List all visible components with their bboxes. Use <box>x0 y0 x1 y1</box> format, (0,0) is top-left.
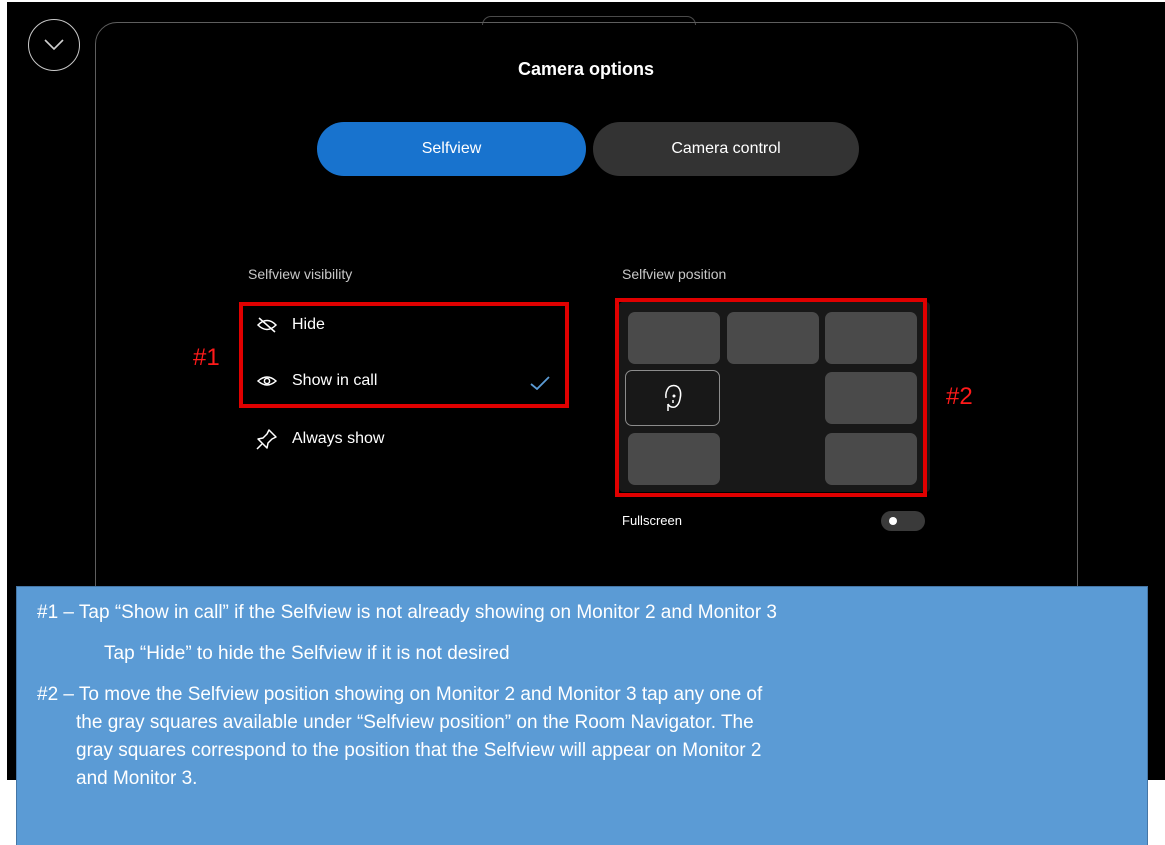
chevron-down-icon <box>44 39 64 51</box>
dialog-title: Camera options <box>517 59 655 79</box>
selfview-visibility-label: Selfview visibility <box>248 266 353 282</box>
highlight-box-2 <box>615 298 927 497</box>
option-always-show[interactable]: Always show <box>256 428 384 450</box>
instruction-note: #1 – Tap “Show in call” if the Selfview … <box>16 586 1148 845</box>
note-line-3: #2 – To move the Selfview position showi… <box>37 684 763 705</box>
fullscreen-label: Fullscreen <box>622 513 682 528</box>
note-line-6: and Monitor 3. <box>76 768 198 789</box>
tab-selfview[interactable]: Selfview <box>317 122 586 176</box>
selfview-position-label: Selfview position <box>622 266 727 282</box>
option-always-show-label: Always show <box>292 430 385 447</box>
highlight-box-1 <box>239 302 569 408</box>
fullscreen-toggle[interactable] <box>881 511 925 531</box>
note-line-1: #1 – Tap “Show in call” if the Selfview … <box>37 602 777 623</box>
annotation-marker-1: #1 <box>193 344 220 371</box>
tab-camera-control[interactable]: Camera control <box>593 122 859 176</box>
note-line-5: gray squares correspond to the position … <box>76 740 762 761</box>
note-line-2: Tap “Hide” to hide the Selfview if it is… <box>104 643 510 664</box>
note-line-4: the gray squares available under “Selfvi… <box>76 712 754 733</box>
annotation-marker-2: #2 <box>946 383 973 410</box>
pin-icon <box>256 429 277 450</box>
toggle-knob <box>889 517 897 525</box>
